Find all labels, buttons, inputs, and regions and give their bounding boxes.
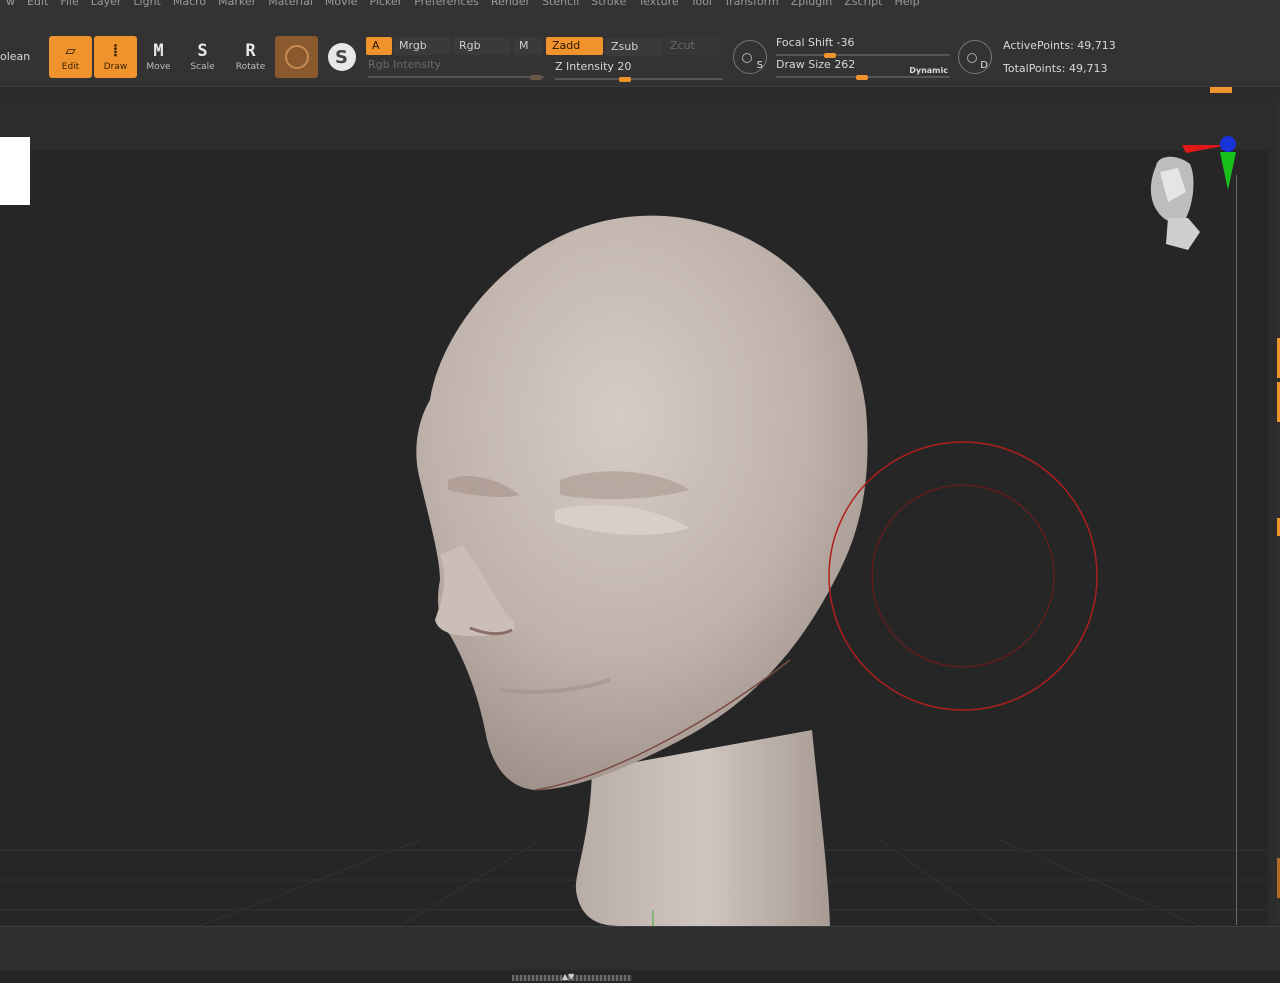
draw-size-slider[interactable]: Draw Size 262 Dynamic <box>776 58 950 80</box>
menu-bar: w Edit File Layer Light Macro Marker Material Mo… <box>0 0 1280 12</box>
viewport-right-guide <box>1236 175 1237 925</box>
lazy-mouse-s-button[interactable]: S <box>733 40 767 74</box>
head-mesh <box>416 215 868 790</box>
scale-label: Scale <box>190 62 215 72</box>
zadd-button[interactable]: Zadd <box>546 37 603 55</box>
menu-item[interactable]: Transform <box>718 0 785 12</box>
focal-shift-value: -36 <box>836 36 855 49</box>
menu-item[interactable]: Light <box>127 0 166 12</box>
draw-button[interactable]: ⁞ Draw <box>94 36 137 78</box>
matcap-icon: S <box>327 43 356 71</box>
z-intensity-slider[interactable]: Z Intensity 20 <box>555 60 723 82</box>
menu-item[interactable]: Edit <box>21 0 54 12</box>
tray-arrows-icon: ▲▼ <box>562 972 575 981</box>
menu-item[interactable]: Zscript <box>838 0 888 12</box>
rotate-button[interactable]: R Rotate <box>229 36 272 78</box>
orange-marker <box>1210 87 1232 93</box>
mrgb-button[interactable]: Mrgb <box>393 37 451 55</box>
move-button[interactable]: M Move <box>137 36 180 78</box>
menu-item[interactable]: Layer <box>85 0 128 12</box>
brush-cursor-inner <box>871 484 1055 668</box>
menu-item[interactable]: Material <box>262 0 319 12</box>
focal-shift-slider[interactable]: Focal Shift -36 <box>776 36 950 58</box>
rotate-label: Rotate <box>235 62 266 72</box>
a-button[interactable]: A <box>366 37 392 55</box>
edit-label: Edit <box>61 62 80 72</box>
draw-size-label: Draw Size <box>776 58 831 71</box>
total-points-value: 49,713 <box>1068 62 1108 75</box>
move-label: Move <box>146 62 171 72</box>
menu-item[interactable]: Stroke <box>585 0 632 12</box>
menu-item[interactable]: Movie <box>319 0 364 12</box>
lazy-s-label: S <box>756 60 763 71</box>
menu-item[interactable]: Picker <box>363 0 408 12</box>
material-button[interactable] <box>275 36 318 78</box>
z-intensity-knob[interactable] <box>619 77 631 82</box>
bottom-tray-handle[interactable]: ▲▼ <box>512 972 632 981</box>
z-intensity-value: 20 <box>617 60 632 73</box>
toolbar-divider <box>0 86 1280 98</box>
rgb-button[interactable]: Rgb <box>453 37 511 55</box>
rgb-intensity-knob[interactable] <box>530 75 542 80</box>
total-points-label: TotalPoints: <box>1003 62 1066 75</box>
rgb-intensity-label: Rgb Intensity <box>368 58 441 71</box>
menu-item[interactable]: Render <box>485 0 536 12</box>
menu-item[interactable]: Marker <box>212 0 262 12</box>
bottom-shelf <box>0 926 1280 970</box>
total-points: TotalPoints: 49,713 <box>1003 62 1107 75</box>
active-points-value: 49,713 <box>1077 39 1116 52</box>
draw-icon: ⁞ <box>112 41 119 61</box>
draw-size-value: 262 <box>834 58 856 71</box>
bottom-strip <box>0 970 1280 983</box>
draw-size-knob[interactable] <box>856 75 868 80</box>
brush-cursor-outer <box>828 441 1098 711</box>
draw-label: Draw <box>103 62 128 72</box>
active-points-label: ActivePoints: <box>1003 39 1074 52</box>
scale-icon: S <box>197 41 208 61</box>
dynamic-icon <box>967 53 977 63</box>
menu-item[interactable]: Help <box>888 0 925 12</box>
axis-z-dot <box>1220 136 1236 152</box>
m-button[interactable]: M <box>513 37 543 55</box>
axis-y-arrow <box>1220 152 1236 190</box>
matcap-button[interactable]: S <box>320 36 363 78</box>
rotate-icon: R <box>245 41 256 61</box>
lazy-mouse-icon <box>742 53 752 63</box>
edit-button[interactable]: ▱ Edit <box>49 36 92 78</box>
focal-shift-label: Focal Shift <box>776 36 834 49</box>
menu-item[interactable]: Stencil <box>536 0 585 12</box>
menu-item[interactable]: Macro <box>167 0 212 12</box>
menu-item[interactable]: Tool <box>685 0 718 12</box>
canvas-viewport[interactable] <box>0 150 1268 926</box>
menu-item[interactable]: Preferences <box>408 0 485 12</box>
boolean-label[interactable]: olean <box>0 50 30 63</box>
scene-svg <box>0 215 1268 926</box>
material-icon <box>284 45 309 69</box>
white-swatch[interactable] <box>0 137 30 205</box>
lazy-mouse-d-button[interactable]: D <box>958 40 992 74</box>
zsub-button[interactable]: Zsub <box>605 38 662 56</box>
scale-button[interactable]: S Scale <box>181 36 224 78</box>
rgb-intensity-slider[interactable]: Rgb Intensity <box>368 58 544 80</box>
zcut-button[interactable]: Zcut <box>664 37 721 55</box>
right-tray[interactable] <box>1276 98 1280 983</box>
dynamic-toggle[interactable]: Dynamic <box>909 66 948 75</box>
menu-item[interactable]: Texture <box>632 0 684 12</box>
move-icon: M <box>153 41 164 61</box>
menu-item[interactable]: File <box>54 0 84 12</box>
menu-item[interactable]: w <box>0 0 21 12</box>
active-points: ActivePoints: 49,713 <box>1003 39 1116 52</box>
menu-item[interactable]: Zplugin <box>785 0 839 12</box>
navigation-head-icon[interactable] <box>1138 132 1248 257</box>
edit-icon: ▱ <box>65 41 76 61</box>
z-intensity-label: Z Intensity <box>555 60 614 73</box>
lazy-d-label: D <box>980 60 988 71</box>
